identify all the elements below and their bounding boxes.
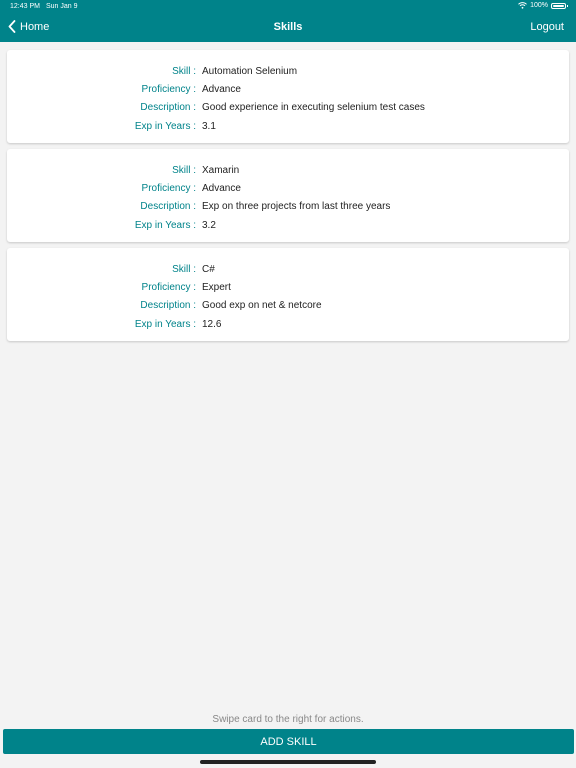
skill-card[interactable]: Skill : Automation Selenium Proficiency … <box>7 50 569 143</box>
exp-label: Exp in Years : <box>134 120 196 132</box>
exp-row: Exp in Years : 12.6 <box>7 315 569 333</box>
description-row: Description : Exp on three projects from… <box>7 198 569 216</box>
wifi-icon <box>518 2 527 9</box>
skill-label: Skill : <box>172 164 196 176</box>
home-indicator[interactable] <box>200 760 376 764</box>
description-row: Description : Good experience in executi… <box>7 99 569 117</box>
skills-list: Skill : Automation Selenium Proficiency … <box>7 50 569 347</box>
skill-card[interactable]: Skill : C# Proficiency : Expert Descript… <box>7 248 569 341</box>
proficiency-label: Proficiency : <box>141 281 196 293</box>
exp-row: Exp in Years : 3.1 <box>7 117 569 135</box>
exp-value: 3.2 <box>202 219 216 231</box>
status-bar: 12:43 PM Sun Jan 9 100% <box>0 0 576 14</box>
proficiency-row: Proficiency : Expert <box>7 278 569 296</box>
navigation-bar: Home Skills Logout <box>0 14 576 42</box>
status-time: 12:43 PM <box>10 3 40 10</box>
skill-row: Skill : C# <box>7 260 569 278</box>
exp-row: Exp in Years : 3.2 <box>7 216 569 234</box>
description-value: Exp on three projects from last three ye… <box>202 201 391 213</box>
exp-label: Exp in Years : <box>134 219 196 231</box>
description-row: Description : Good exp on net & netcore <box>7 297 569 315</box>
skill-value: Xamarin <box>202 164 240 176</box>
description-value: Good exp on net & netcore <box>202 300 322 312</box>
status-indicators: 100% <box>518 2 568 9</box>
skill-row: Skill : Automation Selenium <box>7 62 569 80</box>
skill-row: Skill : Xamarin <box>7 161 569 179</box>
logout-button[interactable]: Logout <box>530 21 564 33</box>
status-date: Sun Jan 9 <box>46 3 78 10</box>
description-label: Description : <box>140 201 196 213</box>
proficiency-row: Proficiency : Advance <box>7 80 569 98</box>
proficiency-row: Proficiency : Advance <box>7 179 569 197</box>
exp-value: 3.1 <box>202 120 216 132</box>
skill-label: Skill : <box>172 263 196 275</box>
exp-label: Exp in Years : <box>134 318 196 330</box>
exp-value: 12.6 <box>202 318 222 330</box>
skill-value: Automation Selenium <box>202 65 298 77</box>
proficiency-label: Proficiency : <box>141 83 196 95</box>
add-skill-button[interactable]: ADD SKILL <box>3 729 574 754</box>
skill-label: Skill : <box>172 65 196 77</box>
description-label: Description : <box>140 300 196 312</box>
description-label: Description : <box>140 102 196 114</box>
swipe-hint: Swipe card to the right for actions. <box>212 714 364 725</box>
proficiency-value: Advance <box>202 83 241 95</box>
proficiency-value: Expert <box>202 281 231 293</box>
description-value: Good experience in executing selenium te… <box>202 102 425 114</box>
proficiency-label: Proficiency : <box>141 182 196 194</box>
skill-card[interactable]: Skill : Xamarin Proficiency : Advance De… <box>7 149 569 242</box>
proficiency-value: Advance <box>202 182 241 194</box>
battery-percent: 100% <box>530 2 548 9</box>
battery-icon <box>551 2 568 9</box>
skill-value: C# <box>202 263 215 275</box>
page-title: Skills <box>273 21 303 33</box>
